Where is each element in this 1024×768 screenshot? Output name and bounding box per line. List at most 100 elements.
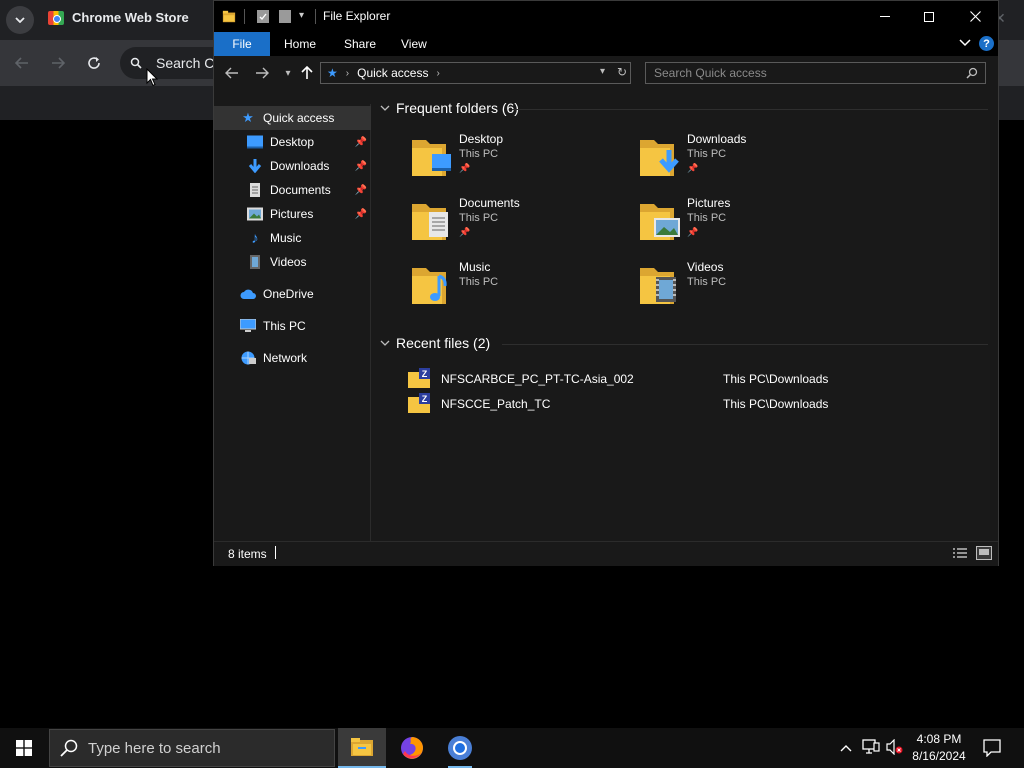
svg-text:Z: Z [422,394,428,404]
windows-logo-icon [16,740,32,756]
taskbar-search-input[interactable]: Type here to search [49,729,335,767]
expand-ribbon-icon[interactable] [959,39,971,47]
music-note-icon: ♪ [251,229,259,247]
sidebar-item-onedrive[interactable]: OneDrive [214,282,371,306]
list-item[interactable]: Z NFSCCE_Patch_TC This PC\Downloads [408,393,968,415]
pictures-icon [247,207,263,221]
customize-toolbar-icon[interactable]: ▾ [299,10,304,21]
pin-icon: 📌 [354,184,367,196]
chrome-tab[interactable]: Chrome Web Store [48,10,189,25]
address-bar[interactable]: ★ › Quick access › ▾ ↻ [320,62,631,84]
show-hidden-icons-icon[interactable] [840,739,852,755]
back-arrow-icon[interactable] [8,49,36,77]
pin-icon: 📌 [354,160,367,172]
taskbar-file-explorer[interactable] [338,728,386,768]
clock-time: 4:08 PM [916,732,962,746]
clock-date: 8/16/2024 [912,749,966,763]
pin-icon: 📌 [687,227,699,237]
svg-text:Z: Z [422,369,428,379]
folder-tile-desktop[interactable]: Desktop This PC 📌 [412,132,632,188]
breadcrumb[interactable]: Quick access [357,66,428,80]
tab-file[interactable]: File [214,32,270,56]
sidebar-item-quick-access[interactable]: ★ Quick access [214,106,371,130]
folder-location: This PC [687,148,727,160]
network-status-icon[interactable] [862,739,880,758]
folder-tile-documents[interactable]: Documents This PC 📌 [412,196,632,252]
tab-view[interactable]: View [387,32,441,56]
notifications-icon[interactable] [983,739,1001,760]
list-item[interactable]: Z NFSCARBCE_PC_PT-TC-Asia_002 This PC\Do… [408,368,968,390]
music-folder-icon [412,268,447,304]
star-icon: ★ [242,110,254,125]
back-button[interactable] [220,62,244,84]
pin-icon: 📌 [459,163,471,173]
sidebar-item-videos[interactable]: Videos [214,250,371,274]
chrome-tab-title: Chrome Web Store [72,10,189,25]
sidebar-item-label: Videos [270,255,307,269]
file-explorer-window: ▾ File Explorer File Home Share View ? ▾ [213,0,999,566]
help-icon[interactable]: ? [979,36,994,51]
reload-icon[interactable] [80,49,108,77]
sidebar-item-desktop[interactable]: Desktop 📌 [214,130,371,154]
tab-home[interactable]: Home [270,32,330,56]
address-dropdown-icon[interactable]: ▾ [600,66,605,77]
tab-search-button[interactable] [6,6,34,34]
folder-tile-downloads[interactable]: Downloads This PC 📌 [640,132,860,188]
up-arrow-icon [301,66,313,79]
sidebar-item-label: Quick access [263,111,335,125]
taskbar-search-placeholder: Type here to search [88,739,221,757]
minimize-button[interactable] [862,1,908,32]
taskbar-firefox[interactable] [388,728,436,768]
sidebar-item-music[interactable]: ♪ Music [214,226,371,250]
recent-files-header[interactable]: Recent files (2) [380,335,490,351]
volume-muted-icon[interactable] [886,738,904,758]
folder-name: Documents [459,196,520,210]
divider [275,546,276,559]
search-placeholder: Search Quick access [654,66,767,80]
taskbar-chrome[interactable] [436,728,484,768]
chevron-down-icon [15,17,25,23]
details-view-icon[interactable] [952,547,968,560]
sidebar-item-label: Network [263,351,308,365]
star-icon: ★ [327,66,338,80]
pin-icon: 📌 [459,227,471,237]
folder-name: Music [459,260,491,274]
folder-location: This PC [459,212,499,224]
pictures-folder-icon [640,204,680,240]
refresh-icon[interactable]: ↻ [617,65,627,79]
sidebar-item-label: Pictures [270,207,314,221]
search-input[interactable]: Search Quick access [645,62,986,84]
divider [244,9,245,24]
frequent-folders-header[interactable]: Frequent folders (6) [380,100,519,116]
sidebar-item-documents[interactable]: Documents 📌 [214,178,371,202]
pin-icon: 📌 [687,163,699,173]
divider [512,109,988,110]
folder-icon [222,10,236,23]
sidebar-item-network[interactable]: Network [214,346,371,370]
close-button[interactable] [952,1,998,32]
forward-button[interactable] [250,62,274,84]
documents-folder-icon [412,204,448,240]
large-icons-view-icon[interactable] [976,546,992,560]
sidebar-item-this-pc[interactable]: This PC [214,314,371,338]
start-button[interactable] [0,728,48,768]
window-title: File Explorer [323,9,391,23]
folder-location: This PC [687,276,727,288]
forward-arrow-icon[interactable] [44,49,72,77]
tab-share[interactable]: Share [330,32,390,56]
navigation-bar: ▾ ★ › Quick access › ▾ ↻ Search Quick ac… [214,56,998,90]
new-folder-icon[interactable] [278,9,292,24]
sidebar-item-downloads[interactable]: Downloads 📌 [214,154,371,178]
maximize-button[interactable] [906,1,952,32]
file-explorer-icon [351,738,373,756]
system-clock[interactable]: 4:08 PM 8/16/2024 [905,731,973,765]
folder-tile-music[interactable]: Music This PC [412,260,632,316]
folder-tile-videos[interactable]: Videos This PC [640,260,860,316]
group-title: Frequent folders (6) [396,100,519,116]
sidebar-item-label: This PC [263,319,306,333]
up-button[interactable] [295,62,319,84]
properties-icon[interactable] [256,9,270,24]
sidebar-item-pictures[interactable]: Pictures 📌 [214,202,371,226]
chevron-down-icon [380,340,390,346]
folder-tile-pictures[interactable]: Pictures This PC 📌 [640,196,860,252]
